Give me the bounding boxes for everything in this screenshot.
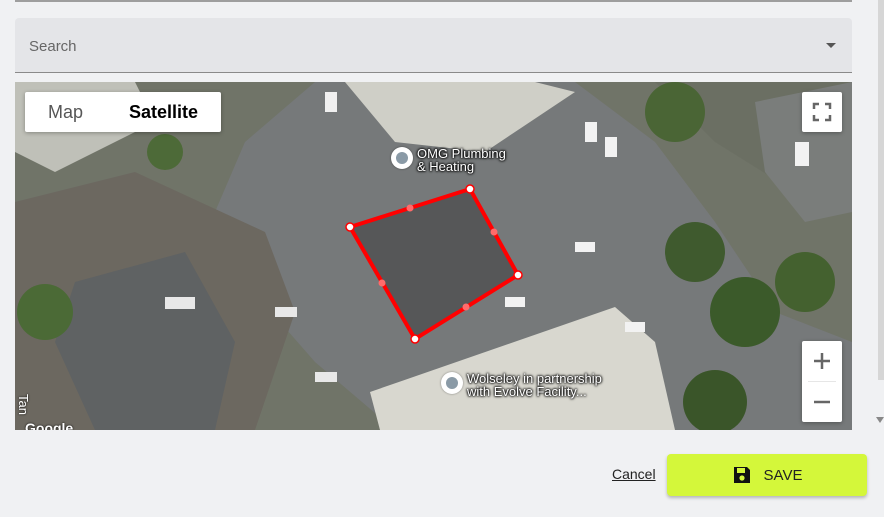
place-marker-wolseley[interactable]: Wolseley in partnership with Evolve Faci…	[441, 372, 602, 398]
map-view-button[interactable]: Map	[25, 92, 106, 132]
place-marker-omg[interactable]: OMG Plumbing & Heating	[391, 147, 506, 173]
minus-icon	[814, 400, 830, 404]
chevron-down-icon[interactable]	[826, 43, 836, 48]
fullscreen-icon	[812, 102, 832, 122]
satellite-map[interactable]: Map Satellite OMG Plumbing & Heating Wol…	[15, 82, 852, 430]
satellite-view-button[interactable]: Satellite	[106, 92, 221, 132]
fullscreen-button[interactable]	[802, 92, 842, 132]
place-pin-icon	[441, 372, 463, 394]
google-logo: Google	[25, 420, 74, 430]
zoom-control	[802, 341, 842, 422]
search-field[interactable]	[15, 18, 852, 73]
place-pin-icon	[391, 147, 413, 169]
zoom-out-button[interactable]	[802, 382, 842, 422]
zoom-in-button[interactable]	[802, 341, 842, 381]
save-label: SAVE	[763, 466, 803, 484]
plus-icon	[814, 353, 830, 369]
floppy-disk-icon	[733, 467, 750, 483]
search-input[interactable]	[27, 32, 811, 60]
place-label: OMG Plumbing & Heating	[417, 146, 506, 174]
cancel-link[interactable]: Cancel	[612, 466, 656, 482]
street-label: Tan	[16, 394, 31, 415]
satellite-imagery	[15, 82, 852, 430]
scrollbar-thumb[interactable]	[878, 0, 884, 380]
map-type-control: Map Satellite	[25, 92, 222, 132]
scroll-down-arrow-icon[interactable]	[876, 417, 884, 423]
save-button[interactable]: SAVE	[667, 454, 867, 496]
place-label: Wolseley in partnership with Evolve Faci…	[467, 371, 602, 399]
top-divider	[15, 0, 852, 2]
